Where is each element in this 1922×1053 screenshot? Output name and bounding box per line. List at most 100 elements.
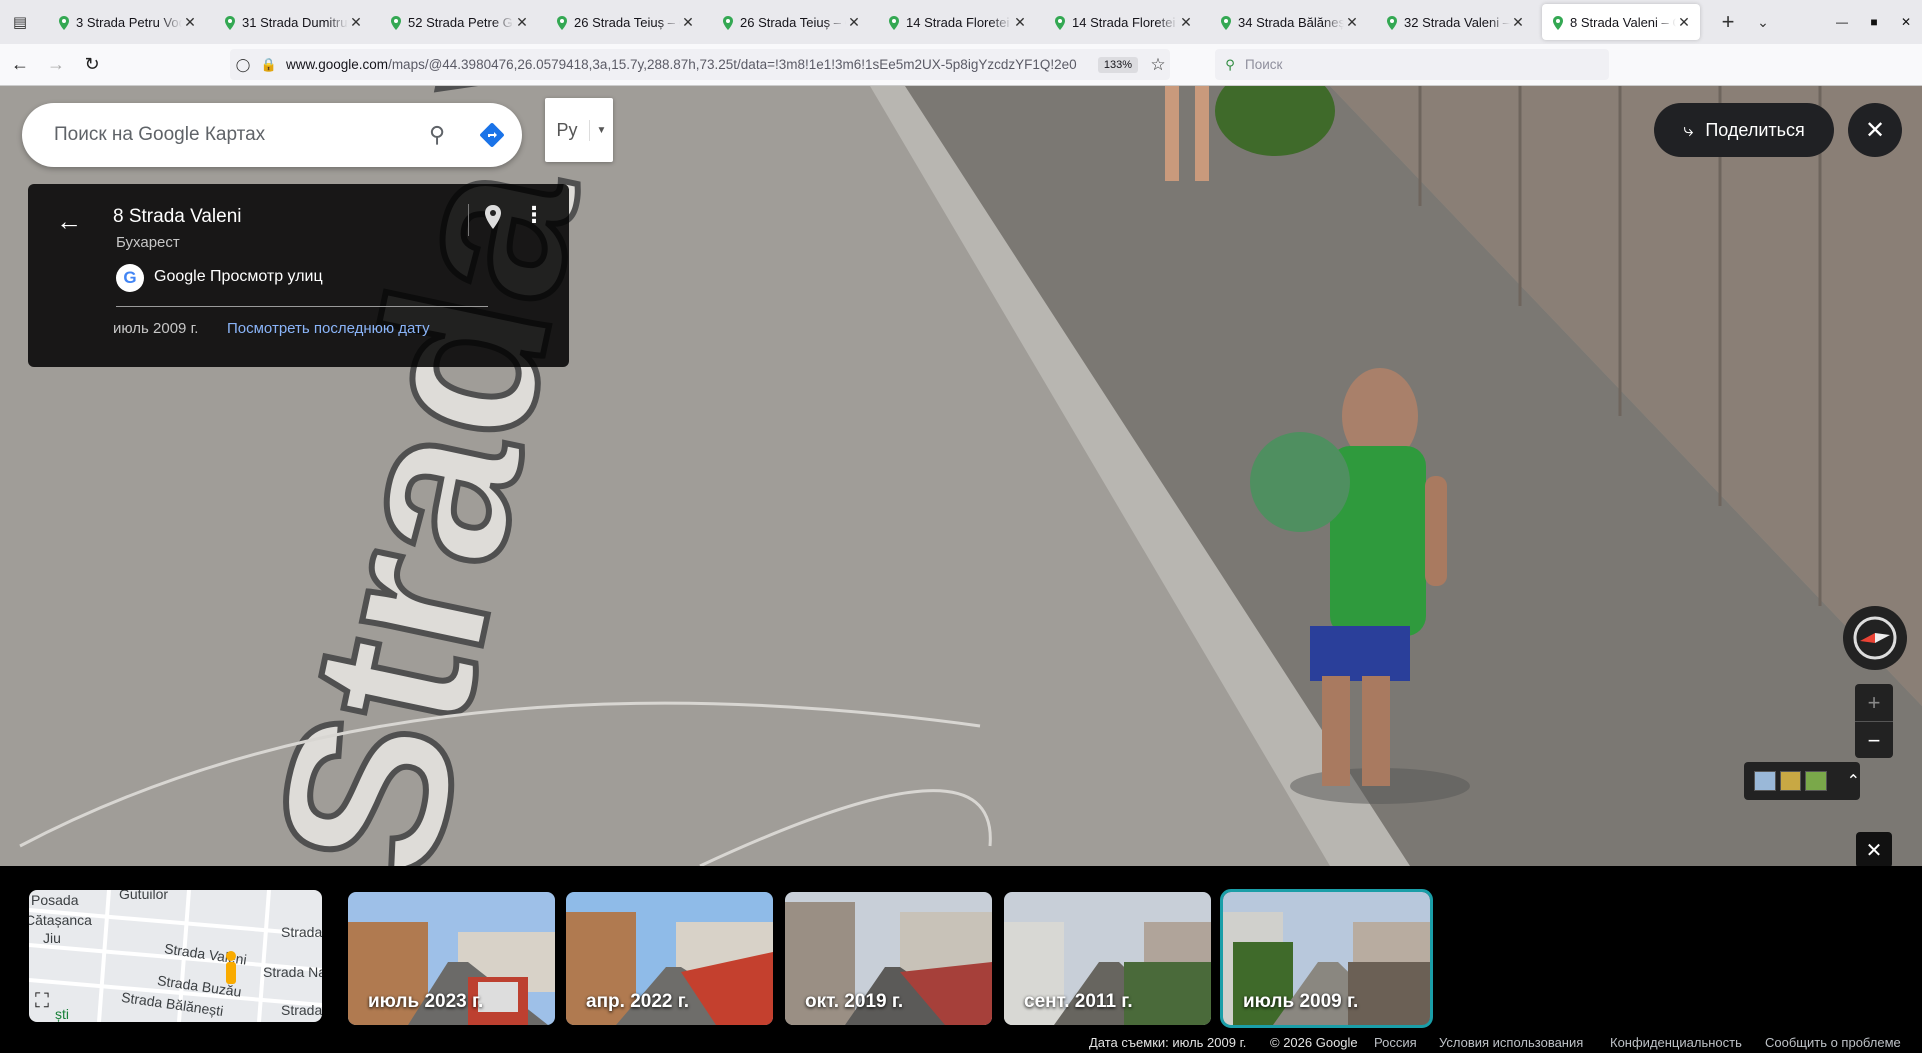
map-label: Gutuilor: [119, 890, 169, 902]
close-window-icon[interactable]: ✕: [1890, 15, 1922, 29]
location-pin-icon[interactable]: [483, 204, 503, 235]
maps-pin-icon: [1054, 16, 1066, 30]
maps-pin-icon: [1552, 16, 1564, 30]
browser-tab-active[interactable]: 8 Strada Valeni – G ✕: [1542, 4, 1700, 40]
browser-tab[interactable]: 26 Strada Teiuș – G ✕: [712, 4, 870, 40]
close-tab-icon[interactable]: ✕: [1676, 14, 1692, 31]
browser-tab[interactable]: 14 Strada Floretei – ✕: [878, 4, 1036, 40]
timeline-thumb-selected[interactable]: июль 2009 г.: [1220, 889, 1433, 1028]
share-icon: ⤷: [1683, 119, 1694, 140]
shield-icon[interactable]: ◯: [230, 57, 256, 73]
url-bar[interactable]: ◯ 🔒 www.google.com/maps/@44.3980476,26.0…: [230, 49, 1170, 80]
tab-title: 3 Strada Petru Vod: [76, 14, 182, 30]
layer-thumb-icon[interactable]: [1779, 771, 1802, 791]
browser-tab[interactable]: 31 Strada Dumitru ✕: [214, 4, 372, 40]
chevron-down-icon[interactable]: ⌄: [1748, 14, 1778, 31]
timeline-strip: Gutuilor Posada Cătașanca Jiu Strada Val…: [0, 866, 1922, 1029]
maps-pin-icon: [58, 16, 70, 30]
window-controls: — ■ ✕: [1826, 0, 1922, 44]
browser-tab[interactable]: 34 Strada Bălănești ✕: [1210, 4, 1368, 40]
timeline-thumb[interactable]: апр. 2022 г.: [566, 892, 773, 1025]
layer-thumb-icon[interactable]: [1754, 771, 1776, 791]
timeline-date-label: июль 2009 г.: [1243, 991, 1359, 1012]
new-tab-icon[interactable]: +: [1708, 9, 1748, 35]
close-tab-icon[interactable]: ✕: [182, 14, 198, 31]
expand-up-icon[interactable]: ⌃: [1847, 771, 1860, 791]
maps-search-input[interactable]: Поиск на Google Картах: [54, 124, 412, 146]
timeline-date-label: сент. 2011 г.: [1024, 991, 1133, 1012]
close-tab-icon[interactable]: ✕: [1510, 14, 1526, 31]
browser-tab[interactable]: 3 Strada Petru Vod ✕: [48, 4, 206, 40]
tab-title: 34 Strada Bălănești: [1238, 14, 1344, 30]
reload-icon[interactable]: ↻: [76, 54, 108, 75]
language-label: Ру: [545, 119, 590, 141]
footer-capture-date: Дата съемки: июль 2009 г.: [1089, 1035, 1247, 1050]
footer-country-link[interactable]: Россия: [1374, 1035, 1417, 1050]
expand-map-icon[interactable]: ⛶: [35, 990, 49, 1013]
maps-pin-icon: [1220, 16, 1232, 30]
pegman-icon[interactable]: [223, 950, 239, 990]
close-timeline-icon[interactable]: ✕: [1856, 832, 1892, 868]
more-options-icon[interactable]: ⋮: [523, 202, 545, 228]
share-button[interactable]: ⤷ Поделиться: [1654, 103, 1834, 157]
timeline-thumb[interactable]: июль 2023 г.: [348, 892, 555, 1025]
directions-icon[interactable]: [462, 122, 522, 148]
forward-icon[interactable]: →: [40, 54, 72, 75]
back-arrow-icon[interactable]: ←: [56, 206, 82, 237]
close-tab-icon[interactable]: ✕: [348, 14, 364, 31]
tab-title: 31 Strada Dumitru: [242, 14, 348, 30]
browser-tab-bar: ▤ 3 Strada Petru Vod ✕ 31 Strada Dumitru ✕…: [0, 0, 1922, 44]
minimap[interactable]: Gutuilor Posada Cătașanca Jiu Strada Val…: [29, 890, 322, 1022]
close-tab-icon[interactable]: ✕: [1178, 14, 1194, 31]
close-icon: ✕: [1864, 116, 1886, 144]
zoom-level[interactable]: 133%: [1097, 56, 1138, 73]
layers-control[interactable]: ⌃: [1744, 762, 1860, 800]
map-label: Strada Jil: [281, 1002, 322, 1018]
tab-list-icon[interactable]: ▤: [0, 0, 40, 44]
search-engine-icon: ⚲: [1225, 56, 1235, 72]
url-host: www.google.com: [286, 57, 389, 72]
layer-thumb-icon[interactable]: [1805, 771, 1827, 791]
google-logo-icon: G: [116, 264, 144, 292]
zoom-in-icon[interactable]: +: [1855, 684, 1893, 722]
timeline-thumb[interactable]: окт. 2019 г.: [785, 892, 992, 1025]
map-label: Cătașanca: [29, 912, 92, 928]
close-tab-icon[interactable]: ✕: [680, 14, 696, 31]
timeline-thumb[interactable]: сент. 2011 г.: [1004, 892, 1211, 1025]
footer-terms-link[interactable]: Условия использования: [1439, 1035, 1583, 1050]
close-tab-icon[interactable]: ✕: [1012, 14, 1028, 31]
browser-tab[interactable]: 14 Strada Floretei – ✕: [1044, 4, 1202, 40]
bookmark-star-icon[interactable]: ☆: [1146, 55, 1170, 75]
address-title: 8 Strada Valeni: [113, 206, 242, 227]
browser-tab[interactable]: 52 Strada Petre Gri ✕: [380, 4, 538, 40]
tab-title: 14 Strada Floretei –: [906, 14, 1012, 30]
search-icon[interactable]: ⚲: [412, 122, 462, 148]
tab-title: 26 Strada Teiuș – G: [574, 14, 680, 30]
zoom-out-icon[interactable]: −: [1855, 722, 1893, 759]
divider: [116, 306, 488, 307]
close-tab-icon[interactable]: ✕: [1344, 14, 1360, 31]
close-tab-icon[interactable]: ✕: [846, 14, 862, 31]
maps-pin-icon: [224, 16, 236, 30]
browser-tab[interactable]: 26 Strada Teiuș – G ✕: [546, 4, 704, 40]
zoom-control: + −: [1855, 684, 1893, 758]
city-label: Бухарест: [116, 234, 180, 251]
compass-icon[interactable]: [1843, 606, 1907, 670]
see-latest-date-link[interactable]: Посмотреть последнюю дату: [227, 320, 430, 337]
back-icon[interactable]: ←: [4, 54, 36, 75]
language-select[interactable]: Ру ▼: [545, 98, 613, 162]
browser-tab[interactable]: 32 Strada Valeni – I ✕: [1376, 4, 1534, 40]
lock-icon[interactable]: 🔒: [256, 57, 282, 73]
close-tab-icon[interactable]: ✕: [514, 14, 530, 31]
close-street-view-button[interactable]: ✕: [1848, 103, 1902, 157]
maximize-icon[interactable]: ■: [1858, 15, 1890, 29]
source-label: Google Просмотр улиц: [154, 268, 323, 285]
tab-title: 52 Strada Petre Gri: [408, 14, 514, 30]
footer-report-link[interactable]: Сообщить о проблеме: [1765, 1035, 1901, 1050]
browser-search-input[interactable]: ⚲ Поиск: [1215, 49, 1609, 80]
url-text[interactable]: www.google.com/maps/@44.3980476,26.05794…: [286, 57, 1098, 72]
maps-search-box[interactable]: Поиск на Google Картах ⚲: [22, 103, 522, 167]
minimize-icon[interactable]: —: [1826, 15, 1858, 29]
footer-privacy-link[interactable]: Конфиденциальность: [1610, 1035, 1742, 1050]
share-label: Поделиться: [1705, 119, 1805, 140]
